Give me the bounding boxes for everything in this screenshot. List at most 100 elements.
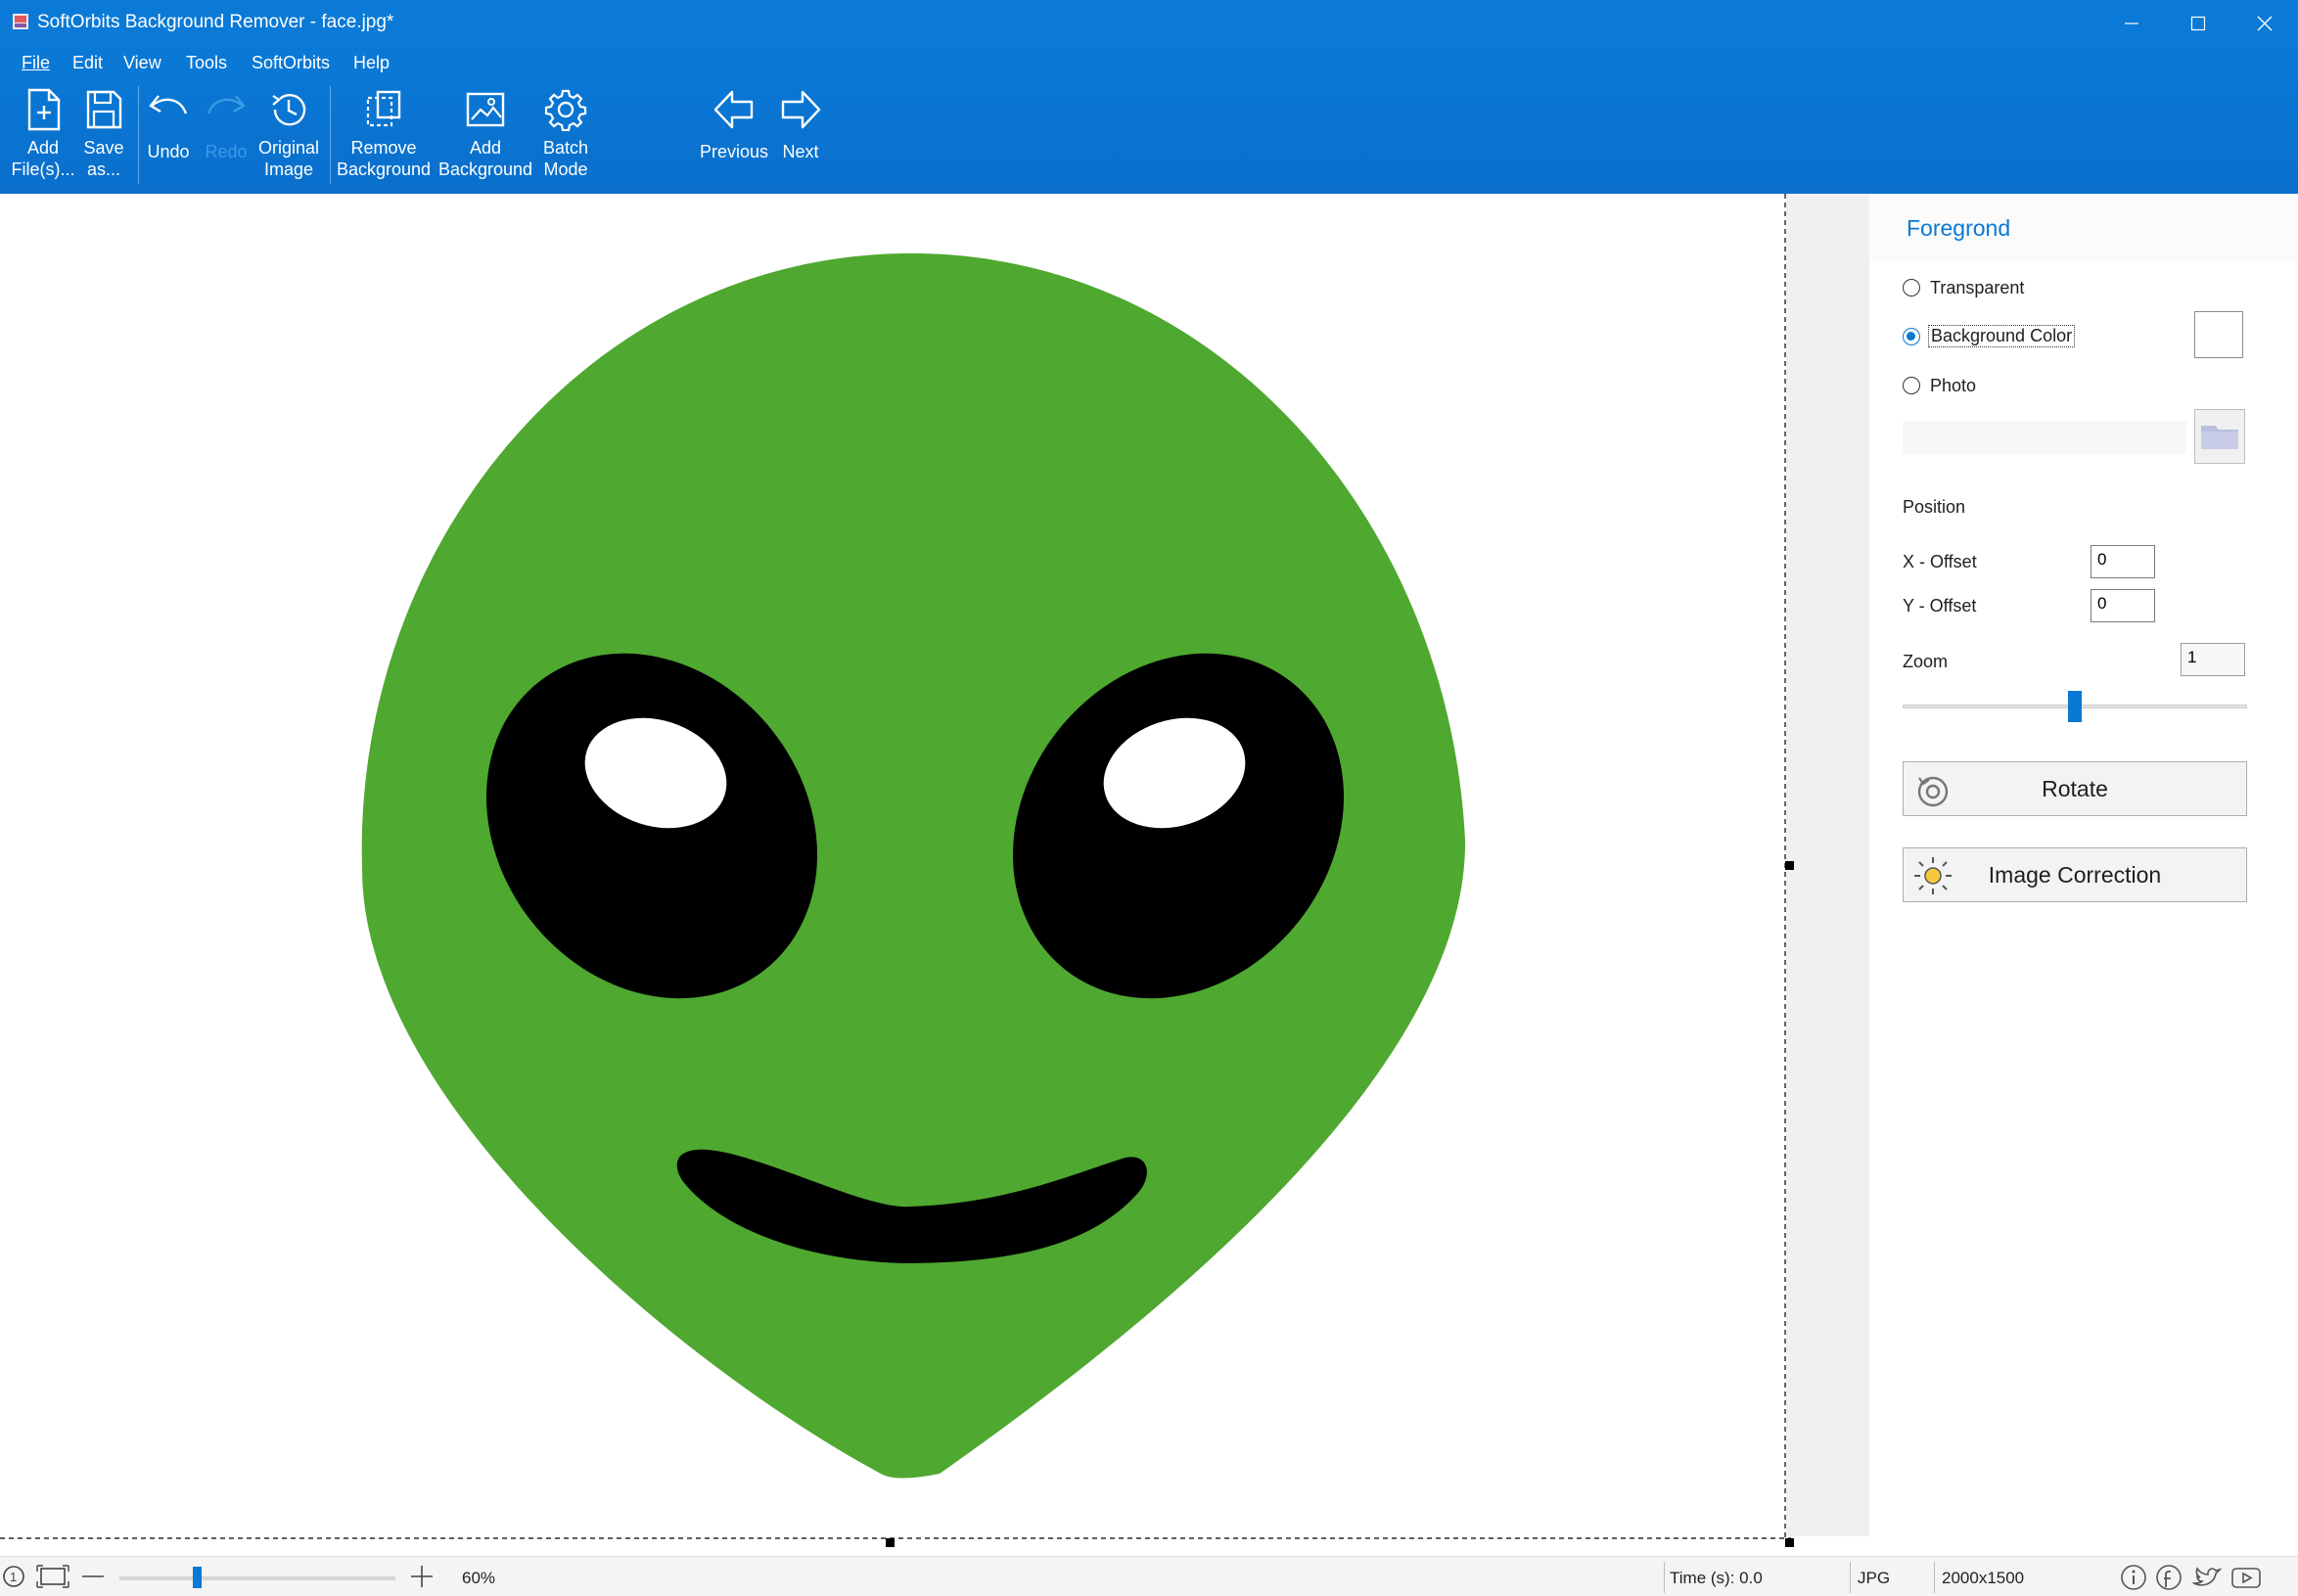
add-files-button[interactable]: Add File(s)...: [10, 88, 76, 180]
close-icon: [2257, 16, 2273, 31]
menu-tools[interactable]: Tools: [186, 53, 227, 73]
undo-button[interactable]: Undo: [145, 88, 192, 162]
arrow-left-icon: [713, 90, 754, 129]
add-background-button[interactable]: Add Background: [437, 88, 534, 180]
next-label: Next: [782, 142, 819, 161]
original-image-label-1: Original: [257, 138, 320, 158]
next-button[interactable]: Next: [775, 88, 826, 162]
batch-mode-label-1: Batch: [542, 138, 589, 158]
image-icon: [466, 92, 505, 127]
rotate-button[interactable]: Rotate: [1903, 761, 2247, 816]
gear-icon: [544, 89, 587, 131]
save-as-button[interactable]: Save as...: [78, 88, 129, 180]
toolbar-separator: [138, 86, 139, 184]
zoom-out-icon[interactable]: [80, 1564, 106, 1589]
resize-handle-bottom: [886, 1538, 895, 1547]
add-files-label-2: File(s)...: [11, 160, 75, 179]
zoom-label: Zoom: [1903, 652, 1949, 671]
zoom-input[interactable]: 1: [2181, 643, 2245, 676]
processing-time: Time (s): 0.0: [1670, 1569, 1763, 1587]
photo-radio[interactable]: [1903, 377, 1920, 394]
add-file-icon: [27, 88, 61, 131]
image-correction-button[interactable]: Image Correction: [1903, 847, 2247, 902]
facebook-icon[interactable]: [2153, 1564, 2184, 1591]
status-separator: [1664, 1562, 1665, 1593]
app-icon: [12, 12, 29, 31]
close-button[interactable]: [2231, 0, 2298, 47]
background-color-swatch[interactable]: [2194, 311, 2243, 358]
menu-edit[interactable]: Edit: [72, 53, 103, 73]
status-zoom-track: [119, 1576, 395, 1580]
menu-view[interactable]: View: [123, 53, 161, 73]
remove-background-label-1: Remove: [350, 138, 417, 158]
resize-handle-corner: [1785, 1538, 1794, 1547]
add-background-label-2: Background: [437, 160, 533, 179]
undo-icon: [149, 95, 188, 114]
original-image-label-2: Image: [263, 160, 314, 179]
save-as-label-2: as...: [86, 160, 120, 179]
title-bar: SoftOrbits Background Remover - face.jpg…: [0, 0, 2298, 47]
status-separator: [1850, 1562, 1851, 1593]
batch-mode-label-2: Mode: [543, 160, 588, 179]
save-as-label-1: Save: [83, 138, 124, 158]
photo-path-field: [1903, 421, 2186, 454]
transparent-label[interactable]: Transparent: [1930, 278, 2024, 298]
add-background-label-1: Add: [469, 138, 502, 158]
photo-label[interactable]: Photo: [1930, 376, 1976, 396]
x-offset-label: X - Offset: [1903, 552, 1977, 571]
previous-button[interactable]: Previous: [697, 88, 771, 162]
twitter-icon[interactable]: [2190, 1564, 2224, 1591]
history-icon: [272, 94, 306, 126]
redo-icon: [207, 95, 246, 114]
background-color-label[interactable]: Background Color: [1928, 325, 2076, 347]
redo-button[interactable]: Redo: [201, 88, 252, 162]
menu-file[interactable]: File: [22, 53, 50, 73]
info-icon[interactable]: [2118, 1564, 2149, 1591]
add-files-label-1: Add: [26, 138, 60, 158]
maximize-button[interactable]: [2165, 0, 2231, 47]
svg-text:1: 1: [10, 1570, 17, 1584]
menu-help[interactable]: Help: [353, 53, 390, 73]
original-image-button[interactable]: Original Image: [253, 88, 325, 180]
youtube-icon[interactable]: [2229, 1564, 2265, 1591]
arrow-right-icon: [781, 90, 821, 129]
status-separator: [1934, 1562, 1935, 1593]
zoom-slider[interactable]: [1903, 689, 2247, 724]
remove-background-icon: [366, 90, 401, 127]
fit-to-window-icon[interactable]: [35, 1564, 70, 1589]
y-offset-label: Y - Offset: [1903, 596, 1977, 616]
y-offset-input[interactable]: 0: [2091, 589, 2155, 622]
image-format: JPG: [1858, 1569, 1891, 1587]
save-icon: [86, 90, 122, 129]
remove-background-button[interactable]: Remove Background: [335, 88, 433, 180]
panel-title: Foregrond: [1907, 215, 2011, 241]
folder-icon: [2201, 426, 2238, 449]
background-color-radio[interactable]: [1903, 328, 1920, 345]
minimize-button[interactable]: [2098, 0, 2165, 47]
image-dimensions: 2000x1500: [1942, 1569, 2025, 1587]
status-zoom-thumb[interactable]: [192, 1567, 202, 1588]
maximize-icon: [2190, 16, 2206, 31]
remove-background-label-2: Background: [336, 160, 432, 179]
batch-mode-button[interactable]: Batch Mode: [536, 88, 595, 180]
window-title: SoftOrbits Background Remover - face.jpg…: [37, 12, 394, 32]
toolbar-separator: [330, 86, 331, 184]
minimize-icon: [2125, 23, 2138, 24]
menu-bar: [0, 47, 2298, 82]
previous-label: Previous: [699, 142, 769, 161]
resize-handle-right: [1785, 861, 1794, 870]
status-zoom-slider[interactable]: [119, 1566, 395, 1591]
actual-size-icon[interactable]: 1: [2, 1564, 29, 1589]
rotate-label: Rotate: [2042, 776, 2108, 801]
redo-label: Redo: [205, 142, 248, 161]
image-correction-label: Image Correction: [1988, 862, 2162, 888]
transparent-radio[interactable]: [1903, 279, 1920, 296]
menu-softorbits[interactable]: SoftOrbits: [252, 53, 330, 73]
position-label: Position: [1903, 497, 1966, 517]
zoom-in-icon[interactable]: [409, 1564, 435, 1589]
image-preview[interactable]: [0, 194, 1869, 1556]
browse-photo-button[interactable]: [2194, 409, 2245, 464]
x-offset-input[interactable]: 0: [2091, 545, 2155, 578]
zoom-slider-thumb[interactable]: [2068, 691, 2082, 722]
zoom-percent: 60%: [462, 1569, 496, 1587]
